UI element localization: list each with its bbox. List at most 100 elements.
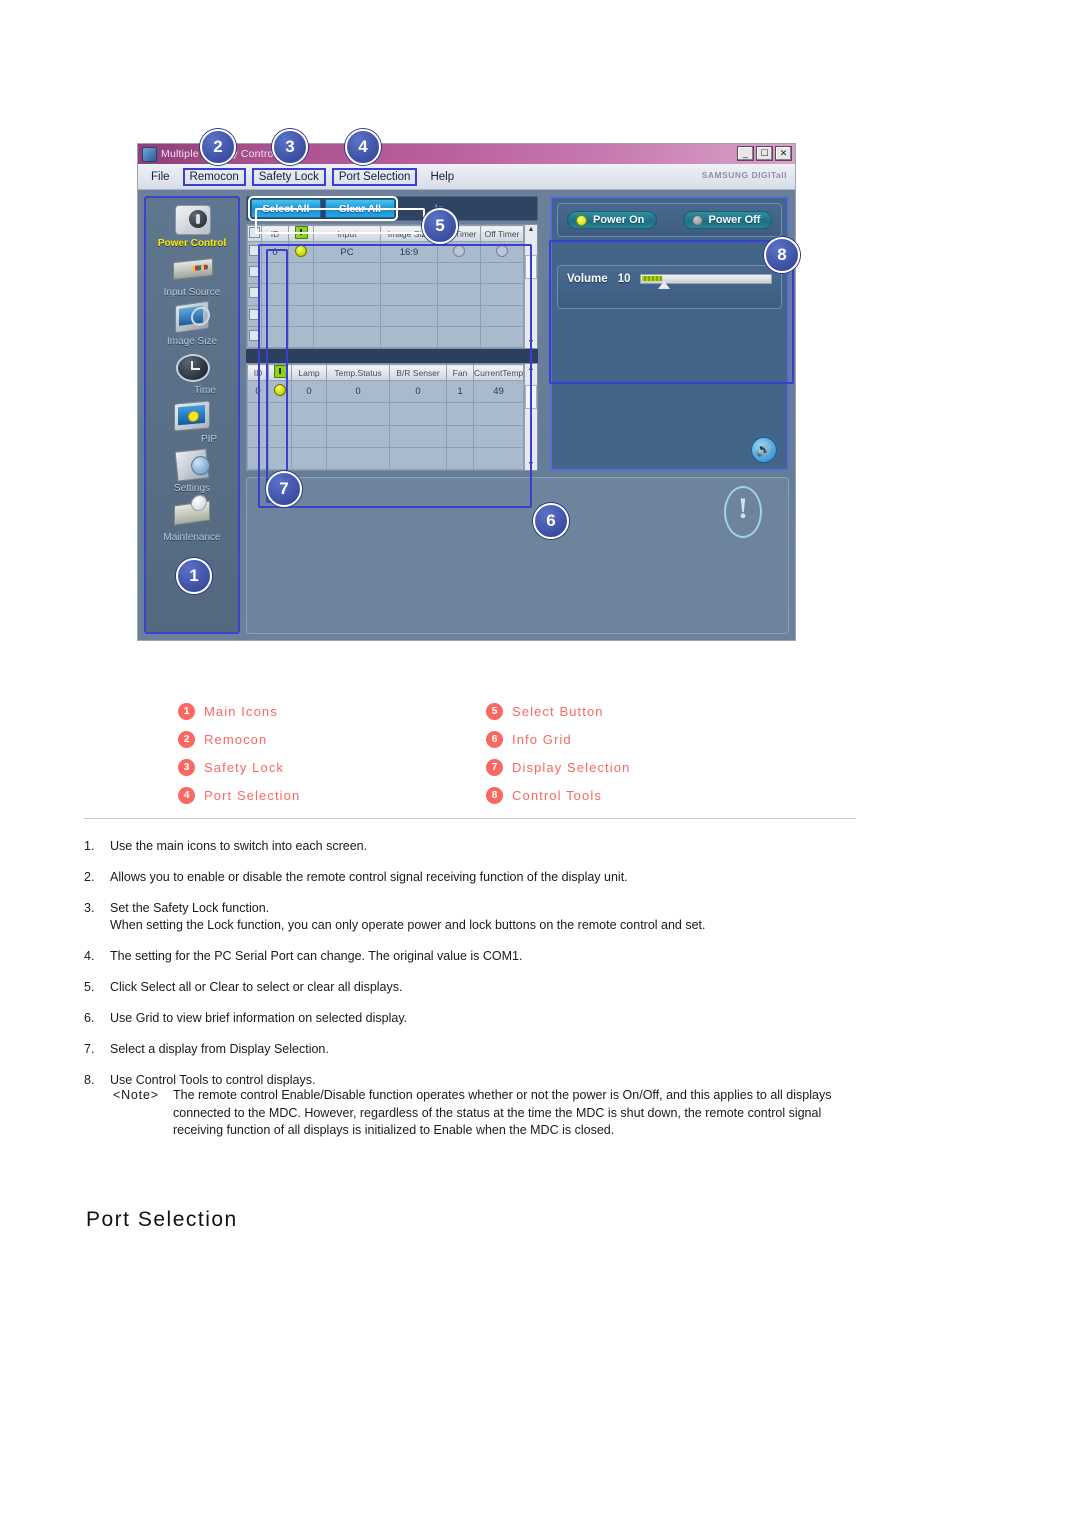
sidebar-label-settings: Settings [173, 483, 211, 494]
menu-bar: File Remocon Safety Lock Port Selection … [138, 164, 795, 190]
speaker-icon[interactable]: 🔊 [751, 437, 777, 463]
cell-id [247, 424, 269, 448]
table-row[interactable] [247, 446, 524, 470]
info-grid-bottom[interactable]: ID Lamp Temp.Status B/R Senser Fan Curre… [246, 363, 538, 471]
legend-item-6: 6 Info Grid [486, 725, 630, 753]
sidebar-item-settings[interactable]: Settings [146, 448, 238, 494]
instruction-item-1: 1. Use the main icons to switch into eac… [84, 838, 874, 855]
instruction-number: 5. [84, 980, 95, 994]
th-br-senser: B/R Senser [389, 364, 447, 381]
sidebar-item-time[interactable]: Time [146, 350, 238, 396]
scroll-up-icon[interactable]: ▲ [528, 225, 535, 235]
cell-lamp [291, 402, 327, 426]
legend-item-8: 8 Control Tools [486, 781, 630, 809]
callout-7: 7 [266, 471, 302, 507]
legend-label-select-button: Select Button [512, 703, 604, 719]
scroll-thumb[interactable] [525, 254, 537, 279]
clear-all-button[interactable]: Clear All [325, 199, 395, 218]
cell-off-timer [480, 240, 524, 264]
table-row[interactable] [247, 424, 524, 448]
maximize-icon[interactable]: ☐ [756, 146, 773, 161]
power-on-label: Power On [593, 214, 645, 226]
grid-scrollbar-bottom[interactable]: ▲ ▼ [524, 364, 537, 470]
cell-power [288, 283, 314, 306]
table-row[interactable]: 0 0 0 0 1 49 [247, 379, 524, 404]
legend-label-main-icons: Main Icons [204, 703, 278, 719]
cell-temp-status [326, 446, 390, 470]
menu-safety-lock[interactable]: Safety Lock [251, 167, 326, 186]
scroll-up-icon[interactable]: ▲ [528, 364, 535, 374]
menu-port-selection[interactable]: Port Selection [331, 167, 418, 186]
power-off-button[interactable]: Power Off [682, 211, 772, 229]
off-timer-indicator [496, 244, 508, 257]
cell-id [261, 262, 289, 285]
row-checkbox[interactable] [247, 304, 262, 327]
cell-image-size [380, 304, 438, 327]
table-row[interactable] [247, 325, 524, 348]
cell-input [313, 304, 381, 327]
cell-id: 0 [247, 379, 269, 404]
table-row[interactable] [247, 402, 524, 426]
instruction-text: Use Grid to view brief information on se… [110, 1011, 408, 1025]
table-row[interactable] [247, 262, 524, 285]
volume-slider-handle[interactable] [658, 281, 671, 289]
instruction-text-line2: When setting the Lock function, you can … [110, 918, 706, 932]
row-checkbox[interactable] [247, 240, 262, 264]
menu-help[interactable]: Help [425, 170, 459, 184]
scroll-down-icon[interactable]: ▼ [528, 338, 535, 348]
th-off-timer: Off Timer [480, 225, 524, 242]
th-select-all-check[interactable] [247, 225, 262, 242]
table-row[interactable] [247, 304, 524, 327]
legend-item-5: 5 Select Button [486, 697, 630, 725]
instruction-item-7: 7. Select a display from Display Selecti… [84, 1041, 874, 1058]
legend-badge-3: 3 [178, 758, 195, 776]
legend-item-7: 7 Display Selection [486, 753, 630, 781]
power-icon [294, 226, 308, 239]
power-control-icon [170, 203, 214, 237]
sidebar-item-input-source[interactable]: Input Source [146, 252, 238, 298]
menu-file[interactable]: File [146, 170, 175, 184]
sidebar-item-pip[interactable]: PIP [146, 399, 238, 445]
row-checkbox[interactable] [247, 283, 262, 306]
row-checkbox[interactable] [247, 325, 262, 348]
minimize-icon[interactable]: _ [737, 146, 754, 161]
power-off-label: Power Off [708, 214, 761, 226]
th-id: ID [261, 225, 289, 242]
instruction-number: 2. [84, 870, 95, 884]
row-checkbox[interactable] [247, 262, 262, 285]
grid-scrollbar-top[interactable]: ▲ ▼ [524, 225, 537, 348]
legend-badge-1: 1 [178, 702, 195, 720]
cell-fan [446, 424, 474, 448]
cell-input [313, 262, 381, 285]
power-on-button[interactable]: Power On [567, 211, 657, 229]
table-row[interactable]: 0 PC 16:9 [247, 240, 524, 264]
sidebar-item-image-size[interactable]: Image Size [146, 300, 238, 347]
pip-icon [170, 399, 214, 433]
instruction-text: Use the main icons to switch into each s… [110, 839, 368, 853]
sidebar-item-power-control[interactable]: Power Control [146, 203, 238, 249]
section-divider [84, 818, 856, 819]
legend-label-port-selection: Port Selection [204, 787, 301, 803]
table-row[interactable] [247, 283, 524, 306]
power-on-indicator [295, 244, 307, 257]
legend-item-4: 4 Port Selection [178, 781, 300, 809]
cell-power [268, 424, 292, 448]
legend-badge-5: 5 [486, 702, 503, 720]
cell-temp-status [326, 402, 390, 426]
legend-column-left: 1 Main Icons 2 Remocon 3 Safety Lock 4 P… [178, 697, 300, 809]
scroll-down-icon[interactable]: ▼ [528, 460, 535, 470]
window-controls[interactable]: _ ☐ ✕ [737, 146, 792, 161]
cell-lamp [291, 424, 327, 448]
cell-image-size: 16:9 [380, 240, 438, 264]
legend-badge-8: 8 [486, 786, 503, 804]
sidebar-item-maintenance[interactable]: Maintenance [146, 497, 238, 543]
cell-current-temp [473, 446, 524, 470]
menu-remocon[interactable]: Remocon [182, 167, 246, 186]
info-grid-top[interactable]: ID Input Image Size On Timer Off Timer 0… [246, 224, 538, 349]
select-all-button[interactable]: Select All [251, 199, 321, 218]
scroll-thumb[interactable] [525, 385, 537, 409]
volume-slider[interactable] [640, 274, 772, 289]
close-icon[interactable]: ✕ [775, 146, 792, 161]
legend-label-control-tools: Control Tools [512, 787, 602, 803]
th-power-icon [288, 225, 314, 242]
